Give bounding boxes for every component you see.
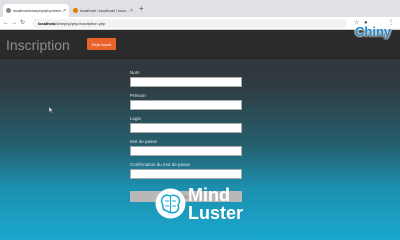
login-input[interactable] (130, 123, 242, 133)
forward-arrow-icon[interactable]: → (11, 18, 17, 28)
password-confirm-input[interactable] (130, 169, 242, 179)
chiny-watermark-text: Chiny (355, 24, 392, 39)
prenom-input[interactable] (130, 100, 242, 110)
prenom-label: Prénom (130, 93, 146, 98)
browser-tab-phpmyadmin[interactable]: localhost / localhost / loca... × (70, 4, 136, 17)
page-title: Inscription (6, 37, 70, 53)
chiny-watermark: Chiny (352, 20, 396, 42)
url-path: /cinephp/php/inscription.php (55, 21, 106, 26)
phpmyadmin-icon (73, 8, 78, 13)
mindluster-watermark: Mind Luster (154, 185, 254, 228)
login-label: Login (130, 116, 142, 121)
new-tab-button[interactable]: + (139, 4, 144, 14)
nom-label: Nom (130, 70, 140, 75)
already-registered-button[interactable]: Déjà inscrit (87, 38, 116, 50)
password-input[interactable] (130, 146, 242, 156)
mindluster-line2: Luster (188, 203, 244, 223)
url-host: localhost (38, 21, 56, 26)
address-bar[interactable]: localhost/cinephp/php/inscription.php (32, 19, 347, 28)
close-tab-icon[interactable]: × (63, 8, 66, 14)
back-arrow-icon[interactable]: ← (3, 18, 9, 28)
close-tab-icon[interactable]: × (130, 8, 133, 14)
password-confirm-label: Confirmation du mot de passe (130, 162, 191, 167)
nom-input[interactable] (130, 77, 242, 87)
browser-tab-bar: localhost/cinephp/php/inscr... × localho… (0, 0, 400, 17)
registration-form: Nom Prénom Login Mot de passe Confirmati… (130, 70, 242, 203)
tab-title: localhost / localhost / loca... (80, 8, 129, 13)
password-label: Mot de passe (130, 139, 158, 144)
page-header: Inscription Déjà inscrit (0, 30, 400, 59)
browser-tab-inscription[interactable]: localhost/cinephp/php/inscr... × (3, 4, 69, 17)
browser-toolbar: ← → ↻ localhost/cinephp/php/inscription.… (0, 17, 400, 30)
globe-icon (6, 8, 11, 13)
brain-logo-icon (155, 188, 186, 219)
tab-title: localhost/cinephp/php/inscr... (13, 8, 65, 13)
mouse-cursor-icon (49, 107, 54, 113)
reload-icon[interactable]: ↻ (20, 18, 25, 28)
